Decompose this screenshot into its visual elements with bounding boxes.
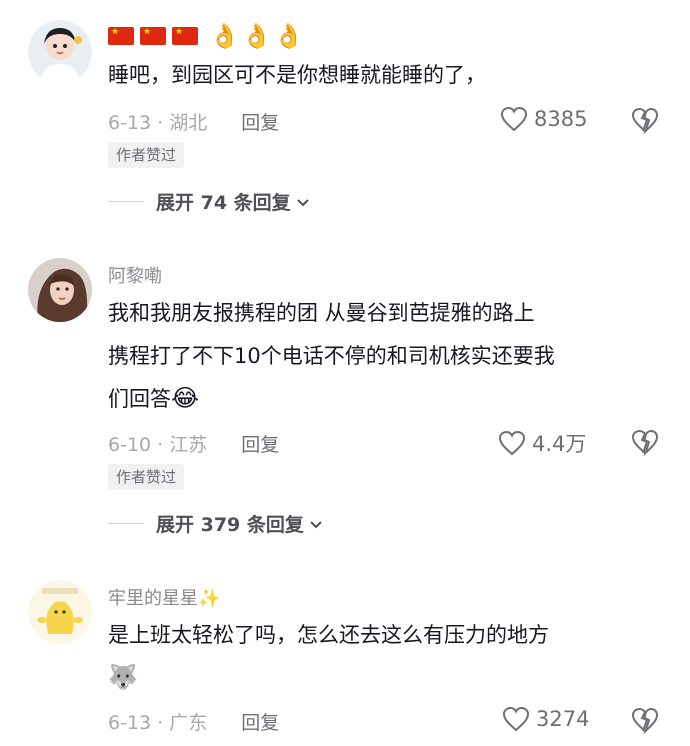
username[interactable]: 牢里的星星✨ xyxy=(108,584,220,610)
dislike-button[interactable] xyxy=(630,706,660,738)
like-count: 3274 xyxy=(536,707,590,731)
broken-heart-icon xyxy=(631,707,659,735)
heart-outline-icon xyxy=(502,706,530,732)
comment-line: 是上班太轻松了吗，怎么还去这么有压力的地方 xyxy=(108,623,549,647)
comment-item: 牢里的星星✨ 是上班太轻松了吗，怎么还去这么有压力的地方 🐺 6-13 · 广东… xyxy=(0,0,690,746)
date-location: 6-13 · 广东 xyxy=(108,712,208,734)
sparkles-emoji: ✨ xyxy=(198,588,221,609)
avatar[interactable] xyxy=(28,580,92,644)
like-button[interactable]: 3274 xyxy=(502,706,589,732)
wolf-emoji: 🐺 xyxy=(108,663,138,691)
comment-line-emoji: 🐺 xyxy=(108,657,668,700)
comment-text: 是上班太轻松了吗，怎么还去这么有压力的地方 🐺 xyxy=(108,614,668,700)
username-text: 牢里的星星 xyxy=(108,588,198,609)
comment-meta: 6-13 · 广东 回复 xyxy=(108,708,279,735)
reply-button[interactable]: 回复 xyxy=(241,712,279,734)
